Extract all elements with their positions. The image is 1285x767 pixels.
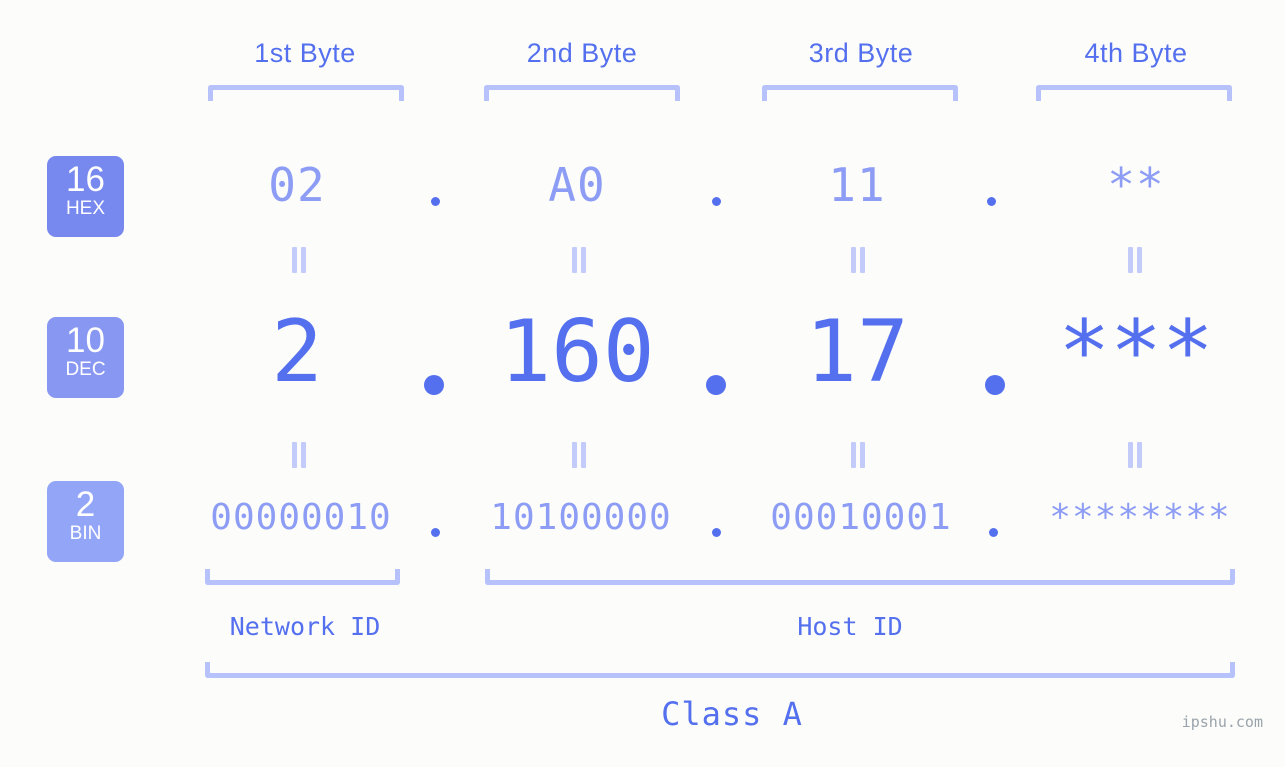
byte-header-1: 1st Byte [254,38,356,68]
radix-badge-dec: 10 DEC [47,317,124,398]
hex-byte-3: 11 [828,158,886,212]
byte-bracket-1 [208,85,404,101]
dec-separator-dot-1 [424,375,444,395]
bin-byte-1: 00000010 [210,497,392,538]
host-id-bracket [485,569,1235,585]
byte-header-4: 4th Byte [1084,38,1188,68]
class-bracket [205,662,1235,678]
hex-separator-dot-3 [987,197,996,206]
equals-mark-dec-bin-3 [847,442,869,468]
bin-byte-4: ******** [1049,497,1231,538]
radix-badge-hex-name: HEX [65,198,106,219]
byte-bracket-4 [1036,85,1232,101]
hex-byte-2: A0 [548,158,606,212]
radix-badge-hex-number: 16 [66,160,105,199]
bin-byte-2: 10100000 [490,497,672,538]
dec-byte-3: 17 [805,302,909,402]
equals-mark-hex-dec-3 [847,247,869,273]
hex-byte-4: ** [1107,158,1165,212]
radix-badge-dec-name: DEC [65,359,106,380]
hex-separator-dot-1 [431,197,440,206]
radix-badge-dec-number: 10 [66,321,105,360]
equals-mark-hex-dec-2 [568,247,590,273]
dec-byte-4: *** [1058,302,1214,402]
radix-badge-bin: 2 BIN [47,481,124,562]
byte-header-2: 2nd Byte [526,38,638,68]
radix-badge-bin-number: 2 [75,485,96,524]
hex-separator-dot-2 [712,197,721,206]
equals-mark-dec-bin-4 [1124,442,1146,468]
byte-header-3: 3rd Byte [808,38,914,68]
equals-mark-dec-bin-2 [568,442,590,468]
ip-address-breakdown-diagram: 1st Byte 2nd Byte 3rd Byte 4th Byte 16 H… [0,0,1285,767]
network-id-bracket [205,569,400,585]
dec-separator-dot-2 [706,375,726,395]
site-watermark: ipshu.com [1181,713,1263,731]
dec-byte-2: 160 [499,302,655,402]
dec-separator-dot-3 [985,375,1005,395]
bin-separator-dot-2 [712,528,721,537]
host-id-label: Host ID [797,612,903,641]
bin-byte-3: 00010001 [770,497,952,538]
hex-byte-1: 02 [268,158,326,212]
equals-mark-hex-dec-1 [288,247,310,273]
byte-bracket-3 [762,85,958,101]
equals-mark-dec-bin-1 [288,442,310,468]
network-id-label: Network ID [229,612,381,641]
class-label: Class A [661,695,803,733]
radix-badge-bin-name: BIN [69,523,102,544]
dec-byte-1: 2 [271,302,323,402]
equals-mark-hex-dec-4 [1124,247,1146,273]
bin-separator-dot-3 [989,528,998,537]
bin-separator-dot-1 [431,528,440,537]
byte-bracket-2 [484,85,680,101]
radix-badge-hex: 16 HEX [47,156,124,237]
